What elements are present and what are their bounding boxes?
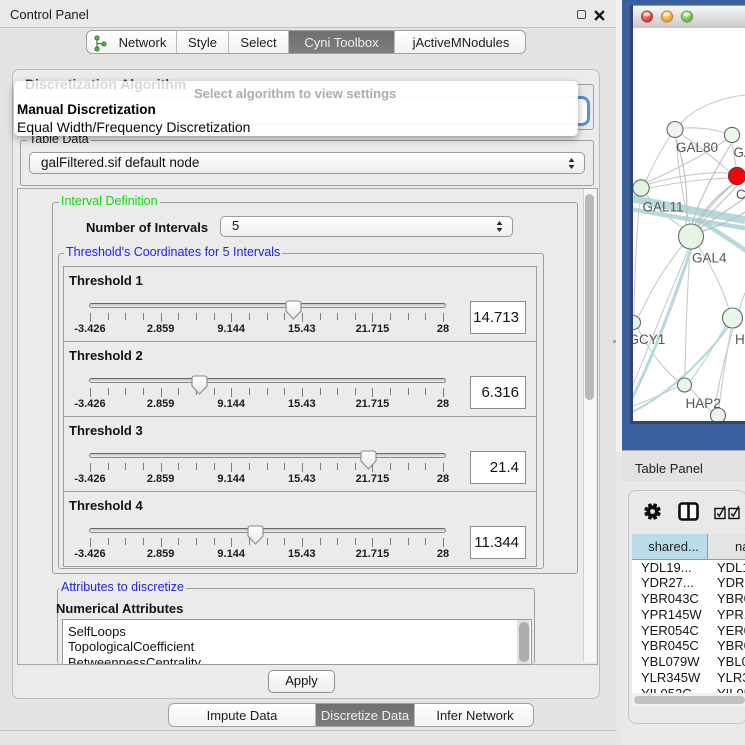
svg-text:C: C bbox=[736, 187, 745, 202]
svg-text:GA: GA bbox=[734, 145, 745, 160]
svg-text:GAL11: GAL11 bbox=[643, 200, 684, 215]
svg-text:GAL4: GAL4 bbox=[692, 251, 727, 266]
svg-text:HAP2: HAP2 bbox=[686, 396, 721, 411]
svg-text:GAL80: GAL80 bbox=[676, 140, 718, 155]
svg-text:H: H bbox=[735, 332, 745, 347]
svg-text:GCY1: GCY1 bbox=[633, 332, 665, 347]
